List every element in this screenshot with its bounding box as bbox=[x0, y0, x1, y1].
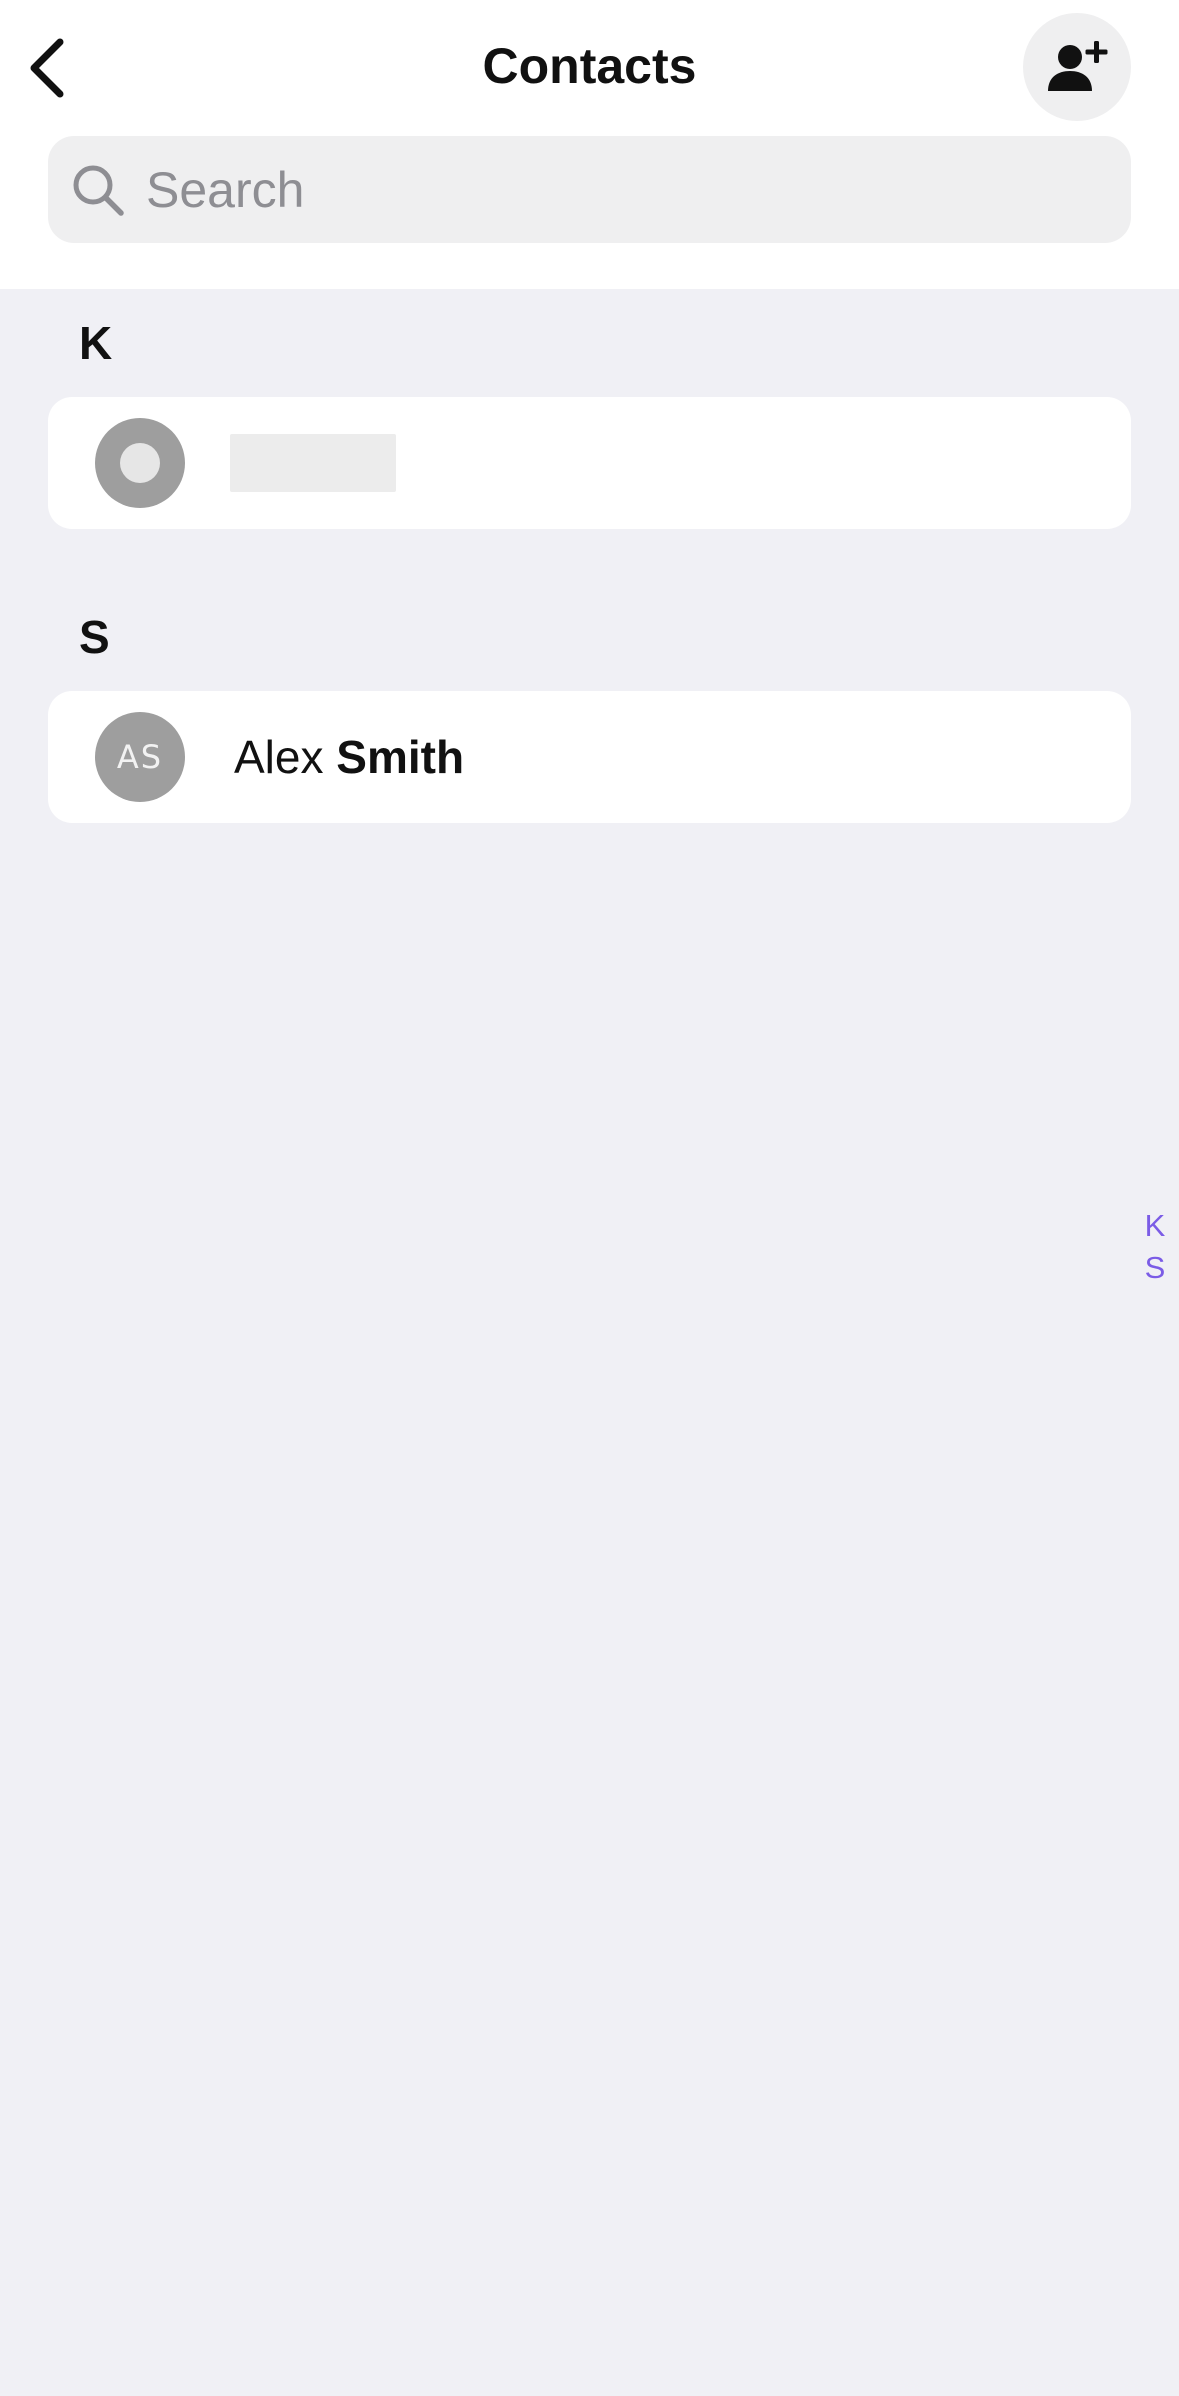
contact-first-name: Alex bbox=[234, 731, 324, 783]
section-header-k: K bbox=[79, 317, 113, 369]
add-contact-button[interactable] bbox=[1023, 13, 1131, 121]
search-icon bbox=[68, 160, 128, 220]
avatar bbox=[95, 418, 185, 508]
search-bar[interactable] bbox=[48, 136, 1131, 243]
search-input[interactable] bbox=[144, 159, 1048, 220]
avatar: AS bbox=[95, 712, 185, 802]
person-add-icon bbox=[1048, 41, 1108, 91]
avatar-initials: AS bbox=[116, 738, 164, 776]
contact-name: Alex Smith bbox=[234, 727, 464, 787]
index-letter-k[interactable]: K bbox=[1145, 1205, 1166, 1247]
alphabet-index[interactable]: K S bbox=[1140, 1205, 1170, 1289]
contact-name-placeholder bbox=[230, 434, 396, 492]
section-header-s: S bbox=[79, 611, 110, 663]
header: Contacts bbox=[0, 0, 1179, 289]
contact-row[interactable]: AS Alex Smith bbox=[48, 691, 1131, 823]
contacts-screen: Contacts K S bbox=[0, 0, 1179, 2396]
page-title: Contacts bbox=[482, 38, 697, 94]
index-letter-s[interactable]: S bbox=[1145, 1247, 1166, 1289]
avatar-placeholder bbox=[120, 443, 160, 483]
contact-row[interactable] bbox=[48, 397, 1131, 529]
contact-last-name: Smith bbox=[336, 731, 465, 783]
